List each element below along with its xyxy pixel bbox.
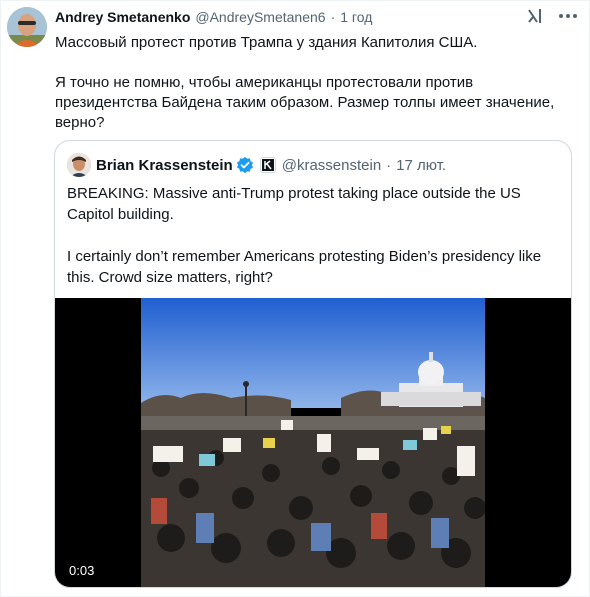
tweet[interactable]: Andrey Smetanenko @AndreySmetanen6 · 1 г…: [0, 0, 590, 597]
more-icon[interactable]: [557, 7, 579, 25]
separator-dot: ·: [386, 156, 392, 174]
quoted-text-line: BREAKING: Massive anti-Trump protest tak…: [67, 185, 521, 223]
separator-dot: ·: [330, 9, 336, 25]
video-player[interactable]: 0:03: [55, 298, 571, 587]
quoted-avatar-image: [67, 153, 91, 177]
avatar[interactable]: [7, 7, 47, 47]
author-name[interactable]: Andrey Smetanenko: [55, 9, 190, 25]
quoted-author-name: Brian Krassenstein: [96, 156, 233, 174]
post-text-line: Я точно не помню, чтобы американцы проте…: [55, 74, 555, 131]
post-text-line: Массовый протест против Трампа у здания …: [55, 34, 478, 51]
post-time[interactable]: 1 год: [340, 9, 372, 25]
quoted-header: Brian Krassenstein @krassenstein · 17 лю…: [67, 153, 446, 177]
post-text: Массовый протест против Трампа у здания …: [55, 33, 575, 133]
verified-badge-icon: [236, 156, 253, 174]
grok-icon[interactable]: [526, 7, 544, 25]
quoted-tweet[interactable]: Brian Krassenstein @krassenstein · 17 лю…: [54, 140, 572, 588]
quoted-text: BREAKING: Massive anti-Trump protest tak…: [67, 183, 561, 288]
affiliate-badge-icon: [259, 157, 276, 173]
author-handle[interactable]: @AndreySmetanen6: [195, 9, 325, 25]
protest-crowd-image: [141, 298, 485, 587]
quoted-time: 17 лют.: [396, 156, 447, 174]
video-timestamp: 0:03: [69, 563, 95, 578]
quoted-text-line: I certainly don’t remember Americans pro…: [67, 248, 542, 286]
post-header: Andrey Smetanenko @AndreySmetanen6 · 1 г…: [55, 9, 519, 25]
avatar-image: [7, 7, 47, 47]
video-frame[interactable]: [141, 298, 485, 587]
quoted-avatar: [67, 153, 91, 177]
quoted-author-handle: @krassenstein: [281, 156, 382, 174]
